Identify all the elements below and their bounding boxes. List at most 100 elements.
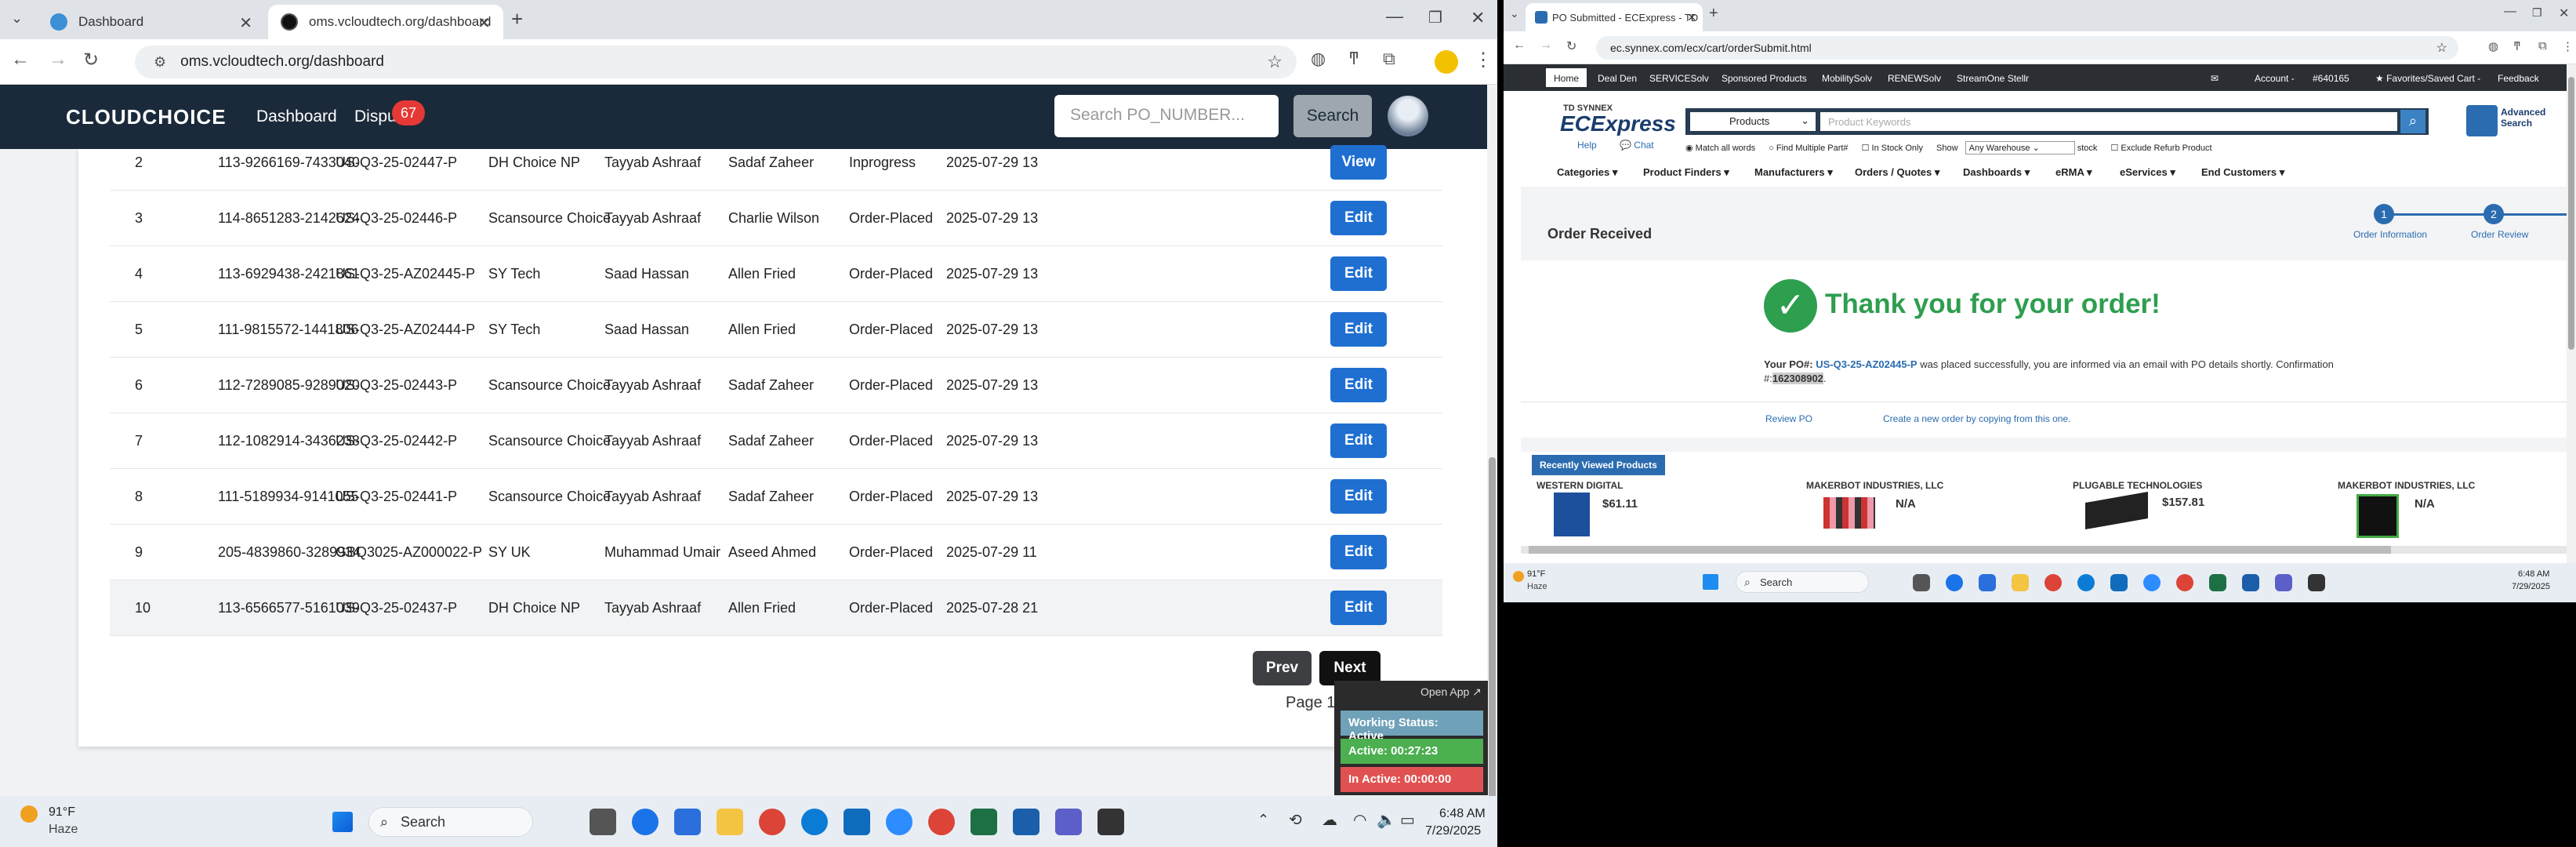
scrollbar-thumb[interactable] xyxy=(1489,457,1496,802)
product-image[interactable] xyxy=(2356,494,2399,538)
po-number-link[interactable]: US-Q3-25-AZ02445-P xyxy=(1816,358,1917,370)
ecexpress-logo[interactable]: ECExpress xyxy=(1560,111,1676,136)
chrome-icon[interactable] xyxy=(2044,574,2062,591)
help-link[interactable]: Help xyxy=(1577,140,1597,151)
task-view-icon[interactable] xyxy=(1913,574,1930,591)
product-image[interactable] xyxy=(1823,497,1875,529)
account-menu[interactable]: Account - xyxy=(2255,73,2295,84)
tab-list-chevron-icon[interactable]: ⌄ xyxy=(11,10,23,27)
file-explorer-icon[interactable] xyxy=(2012,574,2029,591)
bookmark-star-icon[interactable]: ☆ xyxy=(2436,40,2447,56)
edit-button[interactable]: Edit xyxy=(1330,591,1387,625)
snipping-tool-icon[interactable] xyxy=(2242,574,2259,591)
product-brand[interactable]: MAKERBOT INDUSTRIES, LLC xyxy=(2338,480,2475,491)
new-tab-icon[interactable]: + xyxy=(1709,5,1718,23)
wifi-icon[interactable]: ◠ xyxy=(1353,810,1366,830)
edit-button[interactable]: Edit xyxy=(1330,312,1387,347)
catnav-orders-quotes[interactable]: Orders / Quotes ▾ xyxy=(1855,166,1939,179)
nav-mobilitysolv[interactable]: MobilitySolv xyxy=(1822,73,1872,84)
edit-button[interactable]: Edit xyxy=(1330,535,1387,569)
page-scrollbar[interactable] xyxy=(2567,64,2576,563)
taskbar-search[interactable]: ⌕ Search xyxy=(368,807,533,837)
edit-button[interactable]: Edit xyxy=(1330,256,1387,291)
back-icon[interactable]: ← xyxy=(1513,38,1526,53)
back-icon[interactable]: ← xyxy=(11,49,30,71)
search-scope-select[interactable]: Products ⌄ xyxy=(1690,112,1816,131)
product-image[interactable] xyxy=(1554,493,1590,536)
sticky-notes-icon[interactable] xyxy=(2308,574,2325,591)
warehouse-select[interactable]: Any Warehouse ⌄ xyxy=(1965,141,2075,154)
nav-sponsored-products[interactable]: Sponsored Products xyxy=(1722,73,1807,84)
edge-icon[interactable] xyxy=(1946,574,1963,591)
chrome-profile-icon[interactable] xyxy=(928,809,955,835)
forward-icon[interactable]: → xyxy=(49,49,67,71)
reload-icon[interactable]: ↻ xyxy=(1566,38,1576,54)
catnav-product-finders[interactable]: Product Finders ▾ xyxy=(1643,166,1729,179)
exclude-refurb-checkbox[interactable]: ☐ xyxy=(2110,144,2121,153)
volume-icon[interactable]: 🔈 xyxy=(1377,810,1396,830)
extensions-puzzle-icon[interactable]: ⧉ xyxy=(2538,39,2547,53)
zoom-icon[interactable] xyxy=(886,809,912,835)
file-explorer-icon[interactable] xyxy=(717,809,743,835)
edge-browser-icon[interactable] xyxy=(2077,574,2095,591)
cloudchoice-logo[interactable]: CLOUDCHOICE xyxy=(66,105,227,129)
clock-date[interactable]: 7/29/2025 xyxy=(1425,824,1481,838)
tab-dashboard[interactable]: Dashboard ✕ xyxy=(38,5,265,39)
close-tab-icon[interactable]: ✕ xyxy=(239,13,252,33)
feedback-link[interactable]: Feedback xyxy=(2498,73,2539,84)
excel-icon[interactable] xyxy=(971,809,997,835)
text-tool-icon[interactable]: ͳ xyxy=(1348,49,1359,69)
user-avatar[interactable] xyxy=(1388,96,1428,136)
zoom-icon[interactable] xyxy=(2143,574,2161,591)
weather-icon[interactable] xyxy=(20,805,38,823)
po-search-input[interactable]: Search PO_NUMBER... xyxy=(1054,95,1279,137)
reload-icon[interactable]: ↻ xyxy=(83,49,99,71)
find-multiple-radio[interactable]: ○ xyxy=(1769,144,1776,153)
review-po-link[interactable]: Review PO xyxy=(1765,413,1812,424)
teams-icon[interactable] xyxy=(1055,809,1082,835)
view-button[interactable]: View xyxy=(1330,145,1387,180)
clock-time[interactable]: 6:48 AM xyxy=(1439,807,1486,821)
nav-servicesolv[interactable]: SERVICESolv xyxy=(1649,73,1709,84)
product-brand[interactable]: PLUGABLE TECHNOLOGIES xyxy=(2073,480,2202,491)
edge-browser-icon[interactable] xyxy=(801,809,828,835)
close-window-icon[interactable]: ✕ xyxy=(2559,5,2569,21)
snipping-tool-icon[interactable] xyxy=(1013,809,1039,835)
clock-date[interactable]: 7/29/2025 xyxy=(2512,582,2550,591)
extension-icon[interactable]: ◍ xyxy=(2488,39,2498,53)
tray-chevron-icon[interactable]: ⌃ xyxy=(1257,812,1269,828)
new-tab-icon[interactable]: + xyxy=(511,7,523,31)
tray-sync-icon[interactable]: ⟲ xyxy=(1289,810,1302,830)
nav-streamone[interactable]: StreamOne Stellr xyxy=(1957,73,2029,84)
sticky-notes-icon[interactable] xyxy=(1098,809,1124,835)
carousel-scroll-thumb[interactable] xyxy=(1529,546,2391,554)
extensions-puzzle-icon[interactable]: ⧉ xyxy=(1383,49,1395,69)
catnav-categories[interactable]: Categories ▾ xyxy=(1557,166,1617,179)
close-window-icon[interactable]: ✕ xyxy=(1471,8,1485,28)
advanced-search-link[interactable]: Advanced Search xyxy=(2501,107,2560,129)
catnav-dashboards[interactable]: Dashboards ▾ xyxy=(1963,166,2030,179)
prev-page-button[interactable]: Prev xyxy=(1253,651,1312,685)
calculator-icon[interactable] xyxy=(1979,574,1996,591)
battery-icon[interactable]: ▭ xyxy=(1400,810,1415,830)
nav-dashboard[interactable]: Dashboard xyxy=(256,107,337,126)
search-button[interactable]: Search xyxy=(1293,95,1372,137)
product-brand[interactable]: WESTERN DIGITAL xyxy=(1537,480,1623,491)
close-tab-icon[interactable]: ✕ xyxy=(1687,11,1696,24)
edit-button[interactable]: Edit xyxy=(1330,479,1387,514)
site-info-icon[interactable]: ⚙ xyxy=(154,54,166,71)
create-new-order-link[interactable]: Create a new order by copying from this … xyxy=(1883,413,2070,424)
edit-button[interactable]: Edit xyxy=(1330,368,1387,402)
match-all-radio[interactable]: ◉ xyxy=(1685,144,1696,153)
minimize-icon[interactable]: — xyxy=(2504,5,2516,19)
tab-po-submitted[interactable]: PO Submitted - ECExpress - TD ✕ xyxy=(1526,3,1703,31)
url-field[interactable]: ec.synnex.com/ecx/cart/orderSubmit.html … xyxy=(1596,36,2458,60)
mail-icon[interactable]: ✉ xyxy=(2211,73,2219,84)
carousel-scrollbar[interactable] xyxy=(1521,546,2576,554)
url-field[interactable]: ⚙ oms.vcloudtech.org/dashboard ☆ xyxy=(135,45,1297,78)
chrome-icon[interactable] xyxy=(759,809,785,835)
chrome-profile-icon[interactable] xyxy=(2176,574,2193,591)
taskbar-search[interactable]: ⌕ Search xyxy=(1736,571,1869,593)
outlook-icon[interactable] xyxy=(844,809,870,835)
in-stock-checkbox[interactable]: ☐ xyxy=(1862,144,1872,153)
